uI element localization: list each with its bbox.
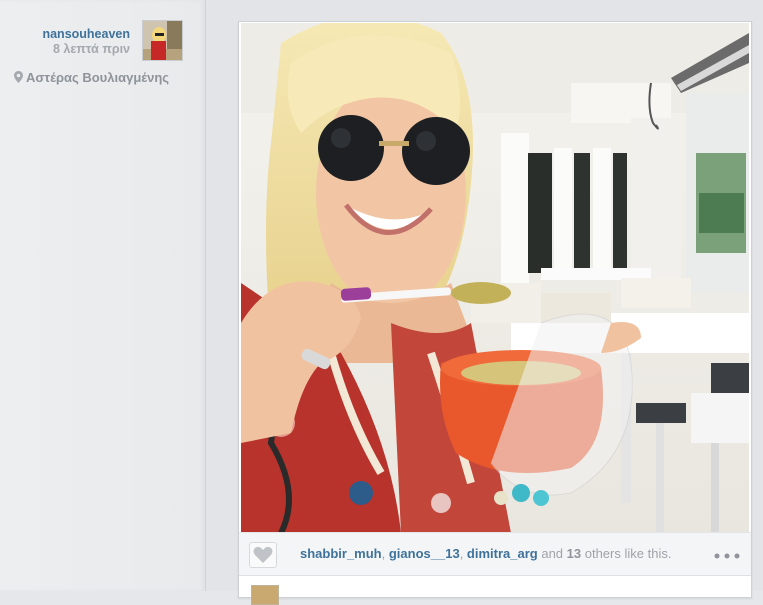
post-photo[interactable]	[241, 23, 749, 533]
post-card: shabbir_muh, gianos__13, dimitra_arg and…	[238, 21, 752, 605]
post-meta-column: nansouheaven 8 λεπτά πριν Αστέρας Βουλια…	[0, 0, 206, 591]
likes-bar: shabbir_muh, gianos__13, dimitra_arg and…	[239, 532, 751, 576]
others-count[interactable]: 13	[567, 546, 581, 561]
avatar[interactable]	[142, 20, 183, 61]
user-info: nansouheaven 8 λεπτά πριν	[42, 27, 130, 57]
comment-avatar[interactable]	[251, 585, 279, 605]
location-link[interactable]: Αστέρας Βουλιαγμένης	[14, 70, 169, 86]
heart-icon	[250, 546, 276, 571]
more-dots-icon	[713, 548, 741, 565]
likes-summary: shabbir_muh, gianos__13, dimitra_arg and…	[300, 546, 672, 561]
comment-row	[249, 585, 739, 605]
location-pin-icon	[14, 71, 24, 86]
location-text: Αστέρας Βουλιαγμένης	[26, 70, 170, 85]
like-button[interactable]	[249, 542, 277, 568]
more-options-button[interactable]	[713, 548, 741, 559]
liker-link[interactable]: shabbir_muh	[300, 546, 382, 561]
timestamp[interactable]: 8 λεπτά πριν	[42, 42, 130, 57]
liker-link[interactable]: gianos__13	[389, 546, 460, 561]
liker-link[interactable]: dimitra_arg	[467, 546, 538, 561]
username-link[interactable]: nansouheaven	[42, 27, 130, 41]
